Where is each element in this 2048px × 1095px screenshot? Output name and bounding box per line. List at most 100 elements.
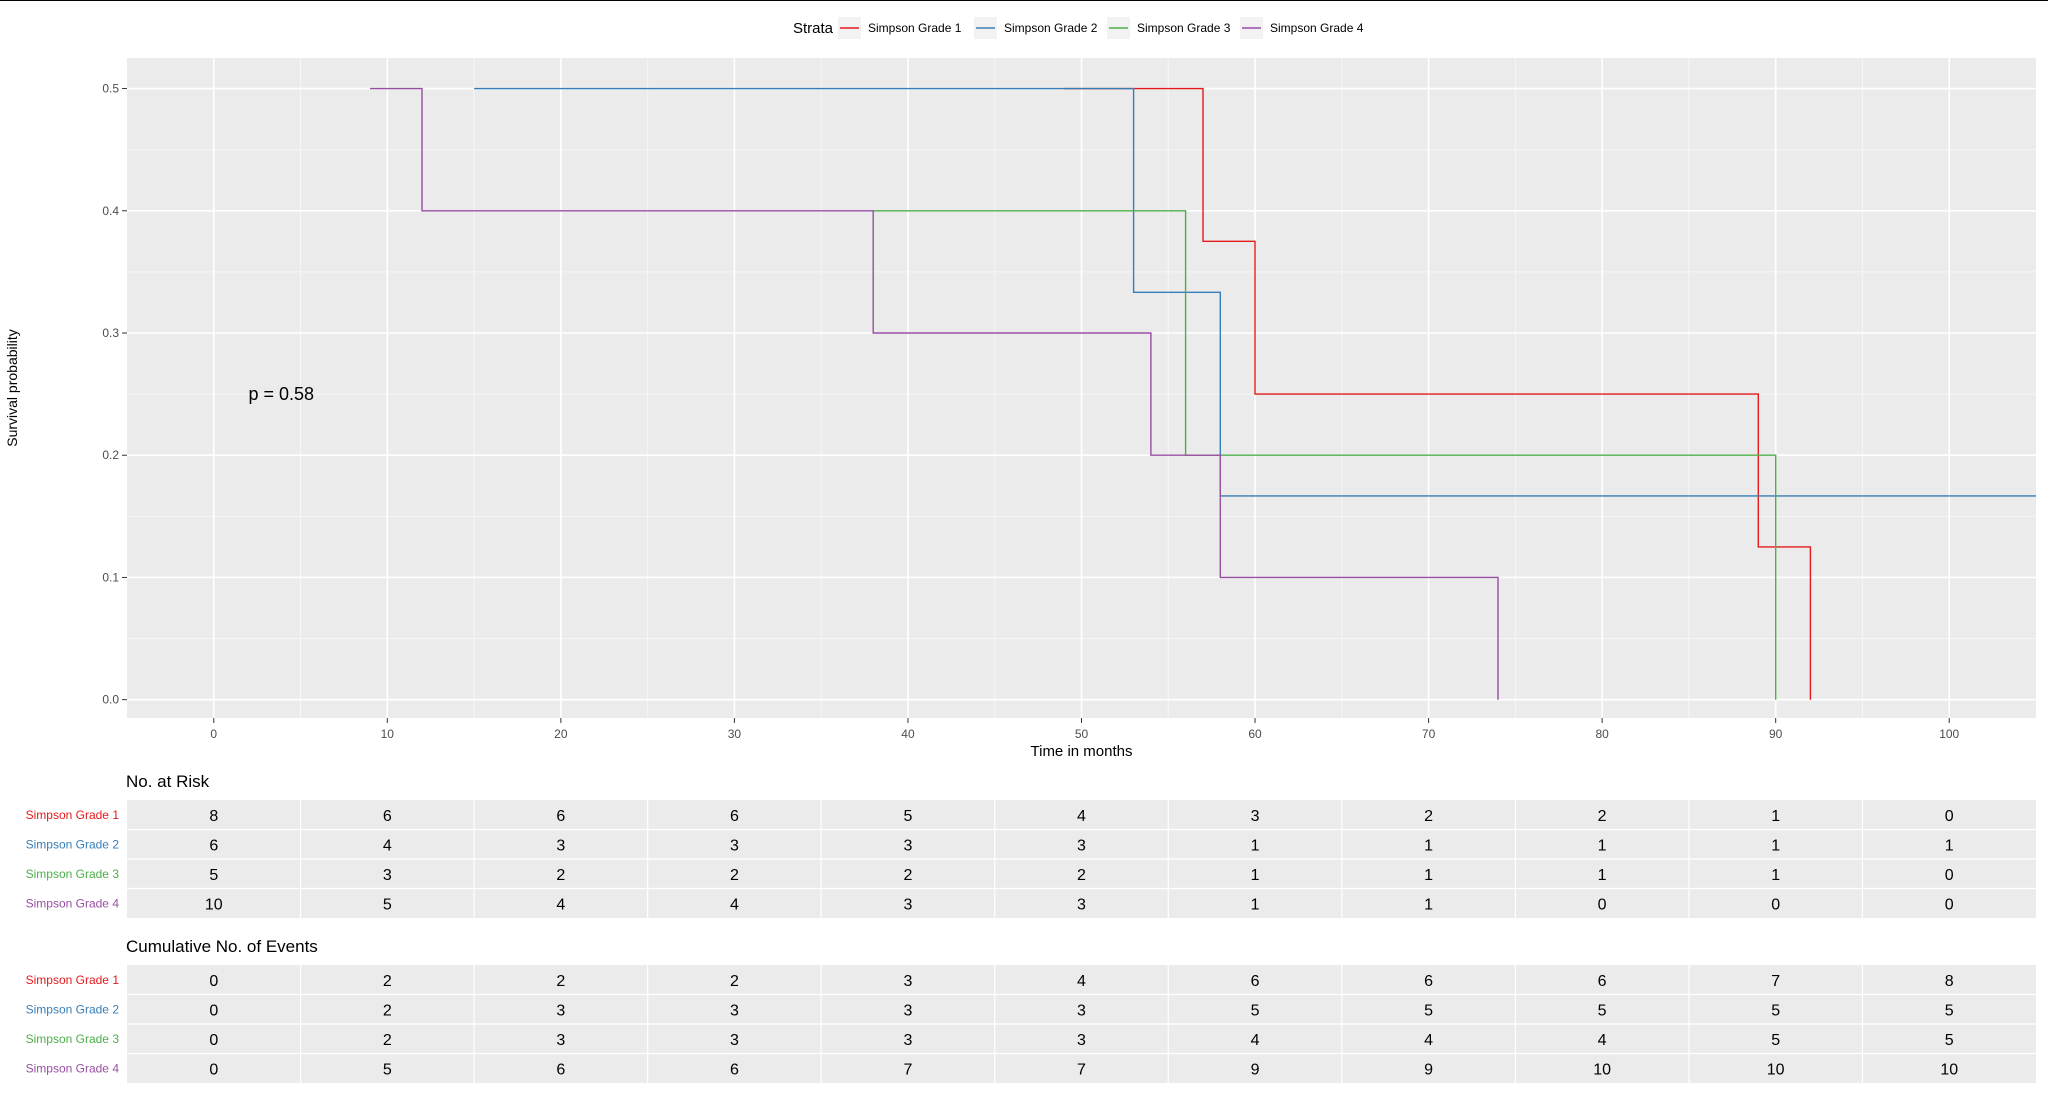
table-cell: 10 bbox=[205, 896, 223, 913]
table-cell: 2 bbox=[1598, 808, 1607, 825]
table-cell: 6 bbox=[556, 1061, 565, 1078]
table-cell: 0 bbox=[209, 1061, 218, 1078]
table-cell: 1 bbox=[1598, 837, 1607, 854]
table-cell: 4 bbox=[1424, 1032, 1433, 1049]
table-cell: 7 bbox=[904, 1061, 913, 1078]
table-cell: 3 bbox=[904, 896, 913, 913]
table-cell: 4 bbox=[1251, 1032, 1260, 1049]
x-tick-label: 40 bbox=[901, 727, 915, 741]
table-cell: 5 bbox=[1771, 1032, 1780, 1049]
table-cell: 5 bbox=[1771, 1002, 1780, 1019]
table-cell: 1 bbox=[1251, 837, 1260, 854]
table-cell: 6 bbox=[383, 808, 392, 825]
table-row-label: Simpson Grade 1 bbox=[26, 808, 120, 822]
table-title: No. at Risk bbox=[126, 772, 210, 791]
table-cell: 4 bbox=[1598, 1032, 1607, 1049]
table-cell: 5 bbox=[1945, 1002, 1954, 1019]
table-cell: 8 bbox=[209, 808, 218, 825]
table-cell: 3 bbox=[556, 1032, 565, 1049]
y-axis-title: Survival probability bbox=[4, 329, 20, 447]
table-row-label: Simpson Grade 3 bbox=[26, 867, 120, 881]
x-tick-label: 50 bbox=[1075, 727, 1089, 741]
x-tick-label: 100 bbox=[1939, 727, 1959, 741]
table-cell: 3 bbox=[383, 867, 392, 884]
table-cell: 3 bbox=[556, 1002, 565, 1019]
table-cell: 5 bbox=[383, 896, 392, 913]
x-tick-label: 70 bbox=[1422, 727, 1436, 741]
legend-label: Simpson Grade 3 bbox=[1137, 21, 1231, 35]
table-cell: 2 bbox=[904, 867, 913, 884]
table-cell: 3 bbox=[730, 1002, 739, 1019]
legend-label: Simpson Grade 2 bbox=[1004, 21, 1098, 35]
table-cell: 2 bbox=[730, 867, 739, 884]
table-cell: 7 bbox=[1077, 1061, 1086, 1078]
table-cell: 2 bbox=[730, 973, 739, 990]
table-cell: 0 bbox=[1945, 867, 1954, 884]
table-cell: 3 bbox=[904, 1002, 913, 1019]
p-value-annotation: p = 0.58 bbox=[248, 384, 314, 404]
table-cell: 0 bbox=[1945, 808, 1954, 825]
table-cell: 6 bbox=[1251, 973, 1260, 990]
y-tick-label: 0.4 bbox=[102, 204, 119, 218]
table-cell: 5 bbox=[383, 1061, 392, 1078]
x-tick-label: 90 bbox=[1769, 727, 1783, 741]
table-cell: 3 bbox=[904, 837, 913, 854]
y-tick-label: 0.2 bbox=[102, 448, 119, 462]
table-cell: 3 bbox=[1077, 1002, 1086, 1019]
x-tick-label: 0 bbox=[210, 727, 217, 741]
table-cell: 5 bbox=[1251, 1002, 1260, 1019]
table-cell: 5 bbox=[209, 867, 218, 884]
table-cell: 3 bbox=[1077, 1032, 1086, 1049]
table-cell: 4 bbox=[383, 837, 392, 854]
table-cell: 1 bbox=[1771, 837, 1780, 854]
table-cell: 0 bbox=[1945, 896, 1954, 913]
table-cell: 0 bbox=[209, 1002, 218, 1019]
table-cell: 0 bbox=[1771, 896, 1780, 913]
table-cell: 1 bbox=[1771, 867, 1780, 884]
table-cell: 6 bbox=[730, 1061, 739, 1078]
table-row-label: Simpson Grade 4 bbox=[26, 896, 120, 910]
table-cell: 6 bbox=[209, 837, 218, 854]
table-cell: 5 bbox=[1945, 1032, 1954, 1049]
y-tick-label: 0.1 bbox=[102, 570, 119, 584]
table-cell: 6 bbox=[730, 808, 739, 825]
x-tick-label: 80 bbox=[1595, 727, 1609, 741]
table-cell: 4 bbox=[556, 896, 565, 913]
x-tick-label: 10 bbox=[381, 727, 395, 741]
table-row-label: Simpson Grade 2 bbox=[26, 1002, 120, 1016]
table-cell: 6 bbox=[1424, 973, 1433, 990]
table-cell: 1 bbox=[1424, 867, 1433, 884]
x-tick-label: 30 bbox=[728, 727, 742, 741]
table-row-label: Simpson Grade 4 bbox=[26, 1061, 120, 1075]
x-axis-title: Time in months bbox=[1031, 743, 1133, 760]
table-cell: 2 bbox=[383, 1032, 392, 1049]
y-tick-label: 0.5 bbox=[102, 82, 119, 96]
y-tick-label: 0.0 bbox=[102, 693, 119, 707]
legend-title: Strata bbox=[793, 20, 834, 37]
table-cell: 2 bbox=[1424, 808, 1433, 825]
table-cell: 10 bbox=[1593, 1061, 1611, 1078]
table-cell: 3 bbox=[1251, 808, 1260, 825]
table-cell: 3 bbox=[1077, 837, 1086, 854]
table-cell: 2 bbox=[383, 1002, 392, 1019]
legend-label: Simpson Grade 1 bbox=[868, 21, 962, 35]
table-cell: 3 bbox=[1077, 896, 1086, 913]
table-cell: 6 bbox=[556, 808, 565, 825]
table-row-label: Simpson Grade 3 bbox=[26, 1032, 120, 1046]
table-cell: 5 bbox=[1424, 1002, 1433, 1019]
table-cell: 10 bbox=[1940, 1061, 1958, 1078]
table-cell: 7 bbox=[1771, 973, 1780, 990]
table-cell: 2 bbox=[1077, 867, 1086, 884]
table-cell: 3 bbox=[730, 837, 739, 854]
table-cell: 9 bbox=[1424, 1061, 1433, 1078]
table-row-label: Simpson Grade 1 bbox=[26, 973, 120, 987]
table-cell: 1 bbox=[1424, 896, 1433, 913]
table-cell: 0 bbox=[1598, 896, 1607, 913]
table-cell: 1 bbox=[1945, 837, 1954, 854]
table-cell: 3 bbox=[904, 1032, 913, 1049]
legend-label: Simpson Grade 4 bbox=[1270, 21, 1364, 35]
table-cell: 1 bbox=[1251, 896, 1260, 913]
y-tick-label: 0.3 bbox=[102, 326, 119, 340]
table-cell: 3 bbox=[730, 1032, 739, 1049]
table-cell: 1 bbox=[1598, 867, 1607, 884]
